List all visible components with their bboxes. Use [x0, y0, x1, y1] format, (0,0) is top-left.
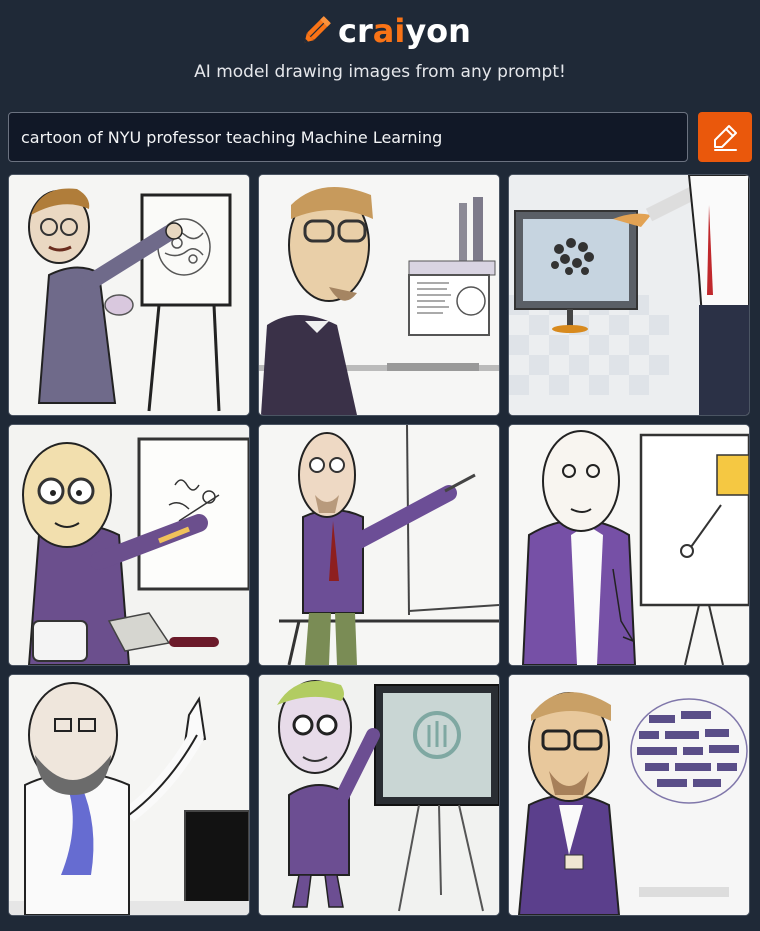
logo-accent: ai: [372, 12, 406, 50]
header: craiyon AI model drawing images from any…: [0, 0, 760, 100]
generated-image-4[interactable]: [8, 424, 250, 666]
logo-prefix: cr: [338, 12, 373, 50]
generated-image-1[interactable]: [8, 174, 250, 416]
generated-image-6[interactable]: [508, 424, 750, 666]
craiyon-logo[interactable]: craiyon: [298, 10, 471, 52]
generated-image-8[interactable]: [258, 674, 500, 916]
pencil-logo-icon: [304, 16, 331, 43]
prompt-bar: [8, 112, 752, 162]
generated-image-9[interactable]: [508, 674, 750, 916]
generated-image-5[interactable]: [258, 424, 500, 666]
image-grid: [8, 174, 750, 916]
tagline: AI model drawing images from any prompt!: [194, 62, 566, 82]
pencil-icon: [714, 125, 737, 151]
logo-suffix: yon: [405, 12, 471, 50]
logo-text: craiyon: [338, 12, 471, 50]
draw-button[interactable]: [698, 112, 752, 162]
generated-image-7[interactable]: [8, 674, 250, 916]
generated-image-2[interactable]: [258, 174, 500, 416]
prompt-input[interactable]: [8, 112, 688, 162]
generated-image-3[interactable]: [508, 174, 750, 416]
